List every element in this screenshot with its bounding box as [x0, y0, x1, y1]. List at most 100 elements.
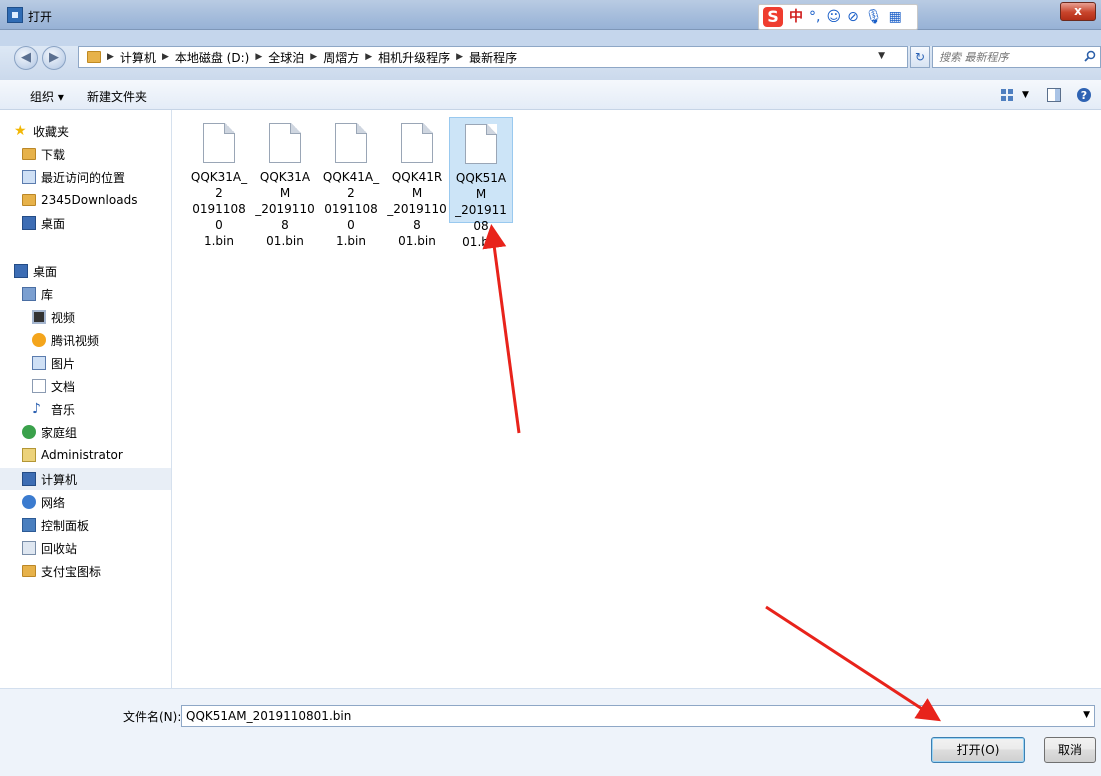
nav-item-desktop-favorite[interactable]: 桌面 — [22, 212, 193, 234]
ime-chinese-mode-icon[interactable]: 中 — [789, 7, 803, 27]
homegroup-icon — [22, 425, 36, 439]
breadcrumb[interactable]: ▶ 计算机 ▶ 本地磁盘 (D:) ▶ 全球泊 ▶ 周熠方 ▶ 相机升级程序 ▶… — [78, 46, 908, 68]
documents-library-icon — [32, 379, 46, 393]
address-dropdown-icon[interactable]: ▼ — [878, 51, 885, 61]
nav-item-label: 计算机 — [41, 472, 78, 487]
ime-toolbar[interactable]: S 中 °, ☺ ⊘ 🎙 ▦ — [758, 4, 918, 30]
file-item-selected[interactable]: QQK51AM _20191108 01.bin — [449, 117, 513, 249]
nav-item-label: 回收站 — [41, 541, 78, 556]
filename-combobox[interactable]: ▼ — [181, 705, 1095, 727]
file-icon — [465, 124, 497, 164]
view-dropdown-icon[interactable]: ▼ — [1022, 90, 1029, 100]
folder-icon — [22, 194, 36, 206]
breadcrumb-segment[interactable]: 最新程序 — [469, 49, 517, 66]
window-app-icon — [7, 7, 23, 23]
organize-button[interactable]: 组织 ▾ — [30, 88, 64, 105]
nav-item-label: 支付宝图标 — [41, 564, 102, 579]
nav-item-administrator[interactable]: Administrator — [22, 444, 193, 466]
breadcrumb-segment[interactable]: 本地磁盘 (D:) — [175, 49, 249, 66]
breadcrumb-segment[interactable]: 计算机 — [120, 49, 156, 66]
nav-item-recent-places[interactable]: 最近访问的位置 — [22, 166, 193, 188]
breadcrumb-segment[interactable]: 相机升级程序 — [378, 49, 450, 66]
computer-icon — [22, 472, 36, 486]
file-item[interactable]: QQK41RM _20191108 01.bin — [385, 117, 449, 248]
nav-item-label: 腾讯视频 — [51, 333, 100, 348]
nav-item-control-panel[interactable]: 控制面板 — [22, 514, 193, 536]
library-icon — [22, 287, 36, 301]
nav-item-downloads[interactable]: 下载 — [22, 143, 193, 165]
download-folder-icon — [22, 148, 36, 160]
nav-item-homegroup[interactable]: 家庭组 — [22, 421, 193, 443]
recycle-bin-icon — [22, 541, 36, 555]
network-icon — [22, 495, 36, 509]
open-button[interactable]: 打开(O) — [931, 737, 1025, 763]
breadcrumb-separator-icon[interactable]: ▶ — [107, 52, 114, 62]
file-item[interactable]: QQK41A_2 01911080 1.bin — [319, 117, 383, 248]
file-name-line: QQK41A_2 — [322, 170, 380, 200]
file-icon — [203, 123, 235, 163]
address-row-top — [0, 30, 1101, 46]
video-library-icon — [32, 310, 46, 324]
nav-item-label: 最近访问的位置 — [41, 170, 126, 185]
nav-item-alipay-icons[interactable]: 支付宝图标 — [22, 560, 193, 582]
view-options-icon[interactable] — [1000, 87, 1016, 103]
file-name-line: 01911080 — [324, 202, 378, 232]
ime-skin-icon[interactable]: ⊘ — [847, 7, 859, 27]
file-item[interactable]: QQK31A_2 01911080 1.bin — [187, 117, 251, 248]
desktop-icon — [14, 264, 28, 278]
control-panel-icon — [22, 518, 36, 532]
cancel-button[interactable]: 取消 — [1044, 737, 1096, 763]
file-name-line: QQK31A_2 — [190, 170, 248, 200]
nav-item-desktop[interactable]: 桌面 — [14, 260, 185, 282]
file-name-line: QQK31AM — [259, 170, 311, 200]
nav-item-computer[interactable]: 计算机 — [0, 468, 171, 490]
nav-item-label: 收藏夹 — [33, 124, 70, 139]
ime-voice-icon[interactable]: 🎙 — [865, 7, 883, 27]
filename-dropdown-icon[interactable]: ▼ — [1083, 710, 1090, 720]
nav-item-favorites[interactable]: ★ 收藏夹 — [14, 120, 185, 142]
nav-item-2345downloads[interactable]: 2345Downloads — [22, 189, 193, 211]
search-icon[interactable] — [1084, 50, 1096, 62]
nav-item-label: 图片 — [51, 356, 76, 371]
breadcrumb-separator-icon[interactable]: ▶ — [255, 52, 262, 62]
breadcrumb-separator-icon[interactable]: ▶ — [310, 52, 317, 62]
search-input[interactable] — [933, 47, 1073, 67]
pictures-library-icon — [32, 356, 46, 370]
file-name-line: QQK41RM — [391, 170, 443, 200]
ime-toolbox-icon[interactable]: ▦ — [889, 7, 902, 27]
window-title: 打开 — [28, 10, 53, 24]
breadcrumb-separator-icon[interactable]: ▶ — [456, 52, 463, 62]
nav-item-label: 2345Downloads — [41, 193, 138, 207]
folder-icon — [87, 51, 101, 63]
navigation-pane: ★ 收藏夹 下载 最近访问的位置 2345Downloads 桌面 桌面 库 视… — [0, 110, 172, 688]
breadcrumb-separator-icon[interactable]: ▶ — [365, 52, 372, 62]
nav-item-network[interactable]: 网络 — [22, 491, 193, 513]
nav-item-label: 网络 — [41, 495, 66, 510]
refresh-button[interactable]: ↻ — [910, 46, 930, 68]
close-button[interactable]: x — [1060, 2, 1096, 21]
breadcrumb-separator-icon[interactable]: ▶ — [162, 52, 169, 62]
nav-item-label: 桌面 — [33, 264, 58, 279]
nav-item-label: 视频 — [51, 310, 76, 325]
nav-item-libraries[interactable]: 库 — [22, 283, 193, 305]
file-name-line: 01.bin — [398, 234, 436, 248]
filename-input[interactable] — [182, 706, 1062, 726]
preview-pane-icon[interactable] — [1046, 87, 1062, 103]
ime-emoji-icon[interactable]: ☺ — [826, 7, 841, 27]
nav-item-recycle-bin[interactable]: 回收站 — [22, 537, 193, 559]
file-item[interactable]: QQK31AM _20191108 01.bin — [253, 117, 317, 248]
search-box[interactable] — [932, 46, 1101, 68]
forward-button[interactable]: ▶ — [42, 46, 66, 70]
breadcrumb-segment[interactable]: 周熠方 — [323, 49, 359, 66]
tencent-video-icon — [32, 333, 46, 347]
back-button[interactable]: ◀ — [14, 46, 38, 70]
help-icon[interactable]: ? — [1076, 87, 1092, 103]
file-name-line: 1.bin — [203, 234, 234, 248]
new-folder-button[interactable]: 新建文件夹 — [87, 88, 147, 105]
music-library-icon: ♪ — [32, 401, 41, 417]
file-name-line: _20191108 — [255, 202, 315, 232]
sogou-logo-icon[interactable]: S — [763, 7, 783, 27]
file-name-line: 01.bin — [266, 234, 304, 248]
ime-punctuation-icon[interactable]: °, — [809, 7, 820, 27]
breadcrumb-segment[interactable]: 全球泊 — [268, 49, 304, 66]
